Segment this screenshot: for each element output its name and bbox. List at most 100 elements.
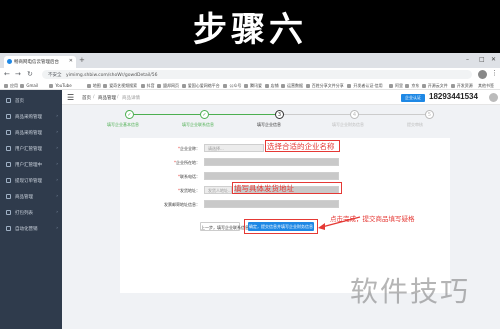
sidebar-item-label: 用户汇管理中 <box>15 163 42 168</box>
avatar[interactable] <box>489 93 498 102</box>
bookmark-item[interactable]: 抖音 <box>140 83 155 89</box>
certification-button[interactable]: 企业认证 <box>401 94 425 102</box>
bookmark-label: 抖音 <box>146 83 155 88</box>
sidebar-item[interactable]: 用户汇管理中 › <box>0 158 62 172</box>
profile-icon[interactable] <box>478 70 487 79</box>
sidebar-item[interactable]: 提现订单管理 › <box>0 174 62 188</box>
breadcrumb-separator: / <box>93 95 95 100</box>
sidebar-item[interactable]: 商品采购管理 › <box>0 110 62 124</box>
breadcrumb-home[interactable]: 首页 <box>82 95 91 101</box>
bookmark-label: Gmail <box>26 83 39 88</box>
sidebar-item-label: 用户汇管管理 <box>15 147 42 152</box>
form-label: 发票邮寄地址信息： <box>164 202 200 207</box>
annotation-text: 选择合适的企业名称 <box>267 142 335 151</box>
company-name-select[interactable]: 请选择... <box>204 144 264 152</box>
step-label: 提交审核 <box>407 122 423 127</box>
menu-item-icon <box>6 162 11 167</box>
chevron-right-icon: › <box>56 194 58 199</box>
url-input[interactable]: 不安全 yimimg.shbiw.com/shoWr/gowdDetail/56 <box>42 70 472 79</box>
company-location-field[interactable] <box>204 158 339 166</box>
bookmark-item[interactable]: 百姓分享文件分享 <box>305 83 344 89</box>
step-connector <box>359 114 425 115</box>
chevron-right-icon: › <box>56 226 58 231</box>
form-label: *发货地址： <box>178 188 200 193</box>
shipping-address-field[interactable]: 发货人地址... <box>204 186 232 194</box>
minimize-icon[interactable]: – <box>466 56 469 63</box>
bookmark-item[interactable]: 开源云文件 <box>421 83 448 89</box>
progress-steps: ✓ 填写企业基本信息 ✓ 填写企业联系信息 3 填写企业信息 4 填写企业财务信息 5 提交审核 <box>107 109 445 129</box>
menu-item-icon <box>6 194 11 199</box>
sidebar-item[interactable]: 商品管理 › <box>0 190 62 204</box>
tab-bar: 畅商网电信云管理后台 ✕ + – □ ✕ <box>0 53 500 68</box>
bookmark-item[interactable]: Gmail <box>20 83 38 88</box>
watermark: 软件技巧 <box>350 275 471 308</box>
menu-toggle-icon[interactable]: ☰ <box>67 93 74 102</box>
invoice-address-field[interactable] <box>204 200 339 208</box>
bookmark-icon <box>305 84 310 88</box>
bookmark-label: 阿里 <box>395 83 403 88</box>
sidebar-item-label: 商品管理 <box>15 195 33 200</box>
prev-step-button[interactable]: 上一步，填写企业联系信息 <box>200 222 249 231</box>
top-bar: ☰ 首页 / 商品管理 / 商品详情 企业认证 18293441534 <box>62 90 500 105</box>
chevron-right-icon: › <box>56 146 58 151</box>
more-menu-icon[interactable]: ⋮ <box>491 69 498 77</box>
bookmark-other[interactable]: 其他书签 <box>478 83 494 89</box>
sidebar-item-label: 首页 <box>15 99 24 104</box>
bookmark-label: 京东 <box>411 83 420 88</box>
bookmark-icon <box>157 84 161 88</box>
bookmark-item[interactable]: 腾讯爱 <box>244 83 262 89</box>
step-label: 填写企业信息 <box>257 122 281 127</box>
banner-title: 步骤六 <box>193 10 307 50</box>
form-label: *企业全称： <box>178 146 200 151</box>
maximize-icon[interactable]: □ <box>479 56 485 63</box>
bookmark-item[interactable]: 京东 <box>405 83 419 89</box>
sidebar-item-label: 商品采购管理 <box>15 131 42 136</box>
bookmark-item[interactable]: 公众号 <box>223 83 241 89</box>
step-connector <box>284 114 350 115</box>
step-marker: ✓ <box>200 110 209 119</box>
sidebar-item[interactable]: 自动化营销 › <box>0 222 62 236</box>
new-tab-icon[interactable]: + <box>79 56 85 64</box>
sidebar-item-label: 商品采购管理 <box>15 115 42 120</box>
step-marker: 3 <box>275 110 284 119</box>
browser-tab[interactable]: 畅商网电信云管理后台 ✕ <box>4 56 76 68</box>
sidebar-item[interactable]: 打包列表 › <box>0 206 62 220</box>
sidebar-item-label: 提现订单管理 <box>15 179 42 184</box>
back-icon[interactable]: ← <box>4 70 10 78</box>
menu-item-icon <box>6 114 11 119</box>
bookmark-label: 百姓分享文件分享 <box>311 83 344 88</box>
sidebar-item[interactable]: 用户汇管管理 › <box>0 142 62 156</box>
bookmark-item[interactable]: 爱国心爱网络平台 <box>181 83 220 89</box>
sidebar-item[interactable]: 商品采购管理 › <box>0 126 62 140</box>
reload-icon[interactable]: ↻ <box>27 70 33 78</box>
bookmark-item[interactable]: 阿里 <box>389 83 403 89</box>
bookmark-item[interactable]: 开发者认证·信用 <box>347 83 383 89</box>
close-tab-icon[interactable]: ✕ <box>69 58 73 64</box>
forward-icon[interactable]: → <box>15 70 21 78</box>
bookmark-item[interactable]: YouTube <box>49 83 72 88</box>
bookmark-icon <box>4 84 8 88</box>
contact-phone-field[interactable] <box>204 172 339 180</box>
bookmark-item[interactable]: 盟邦网页 <box>157 83 179 89</box>
menu-item-icon <box>6 178 11 183</box>
step-connector <box>209 114 275 115</box>
favicon-icon <box>7 59 12 64</box>
chevron-right-icon: › <box>56 114 58 119</box>
bookmark-item[interactable]: 应用 <box>4 83 18 89</box>
title-banner: 步骤六 <box>0 0 500 53</box>
bookmark-item[interactable]: 店铺 <box>264 83 279 89</box>
breadcrumb-goods[interactable]: 商品管理 <box>98 95 116 101</box>
bookmark-icon <box>347 84 352 88</box>
sidebar-item[interactable]: 首页 <box>0 94 62 108</box>
bookmark-label: 店铺 <box>270 83 279 88</box>
bookmark-label: 盟邦网页 <box>163 83 179 88</box>
bookmark-item[interactable]: 地图 <box>86 83 101 89</box>
step-label: 填写企业联系信息 <box>182 122 214 127</box>
completion-hint: 点击完成，提交商品填写疑格 <box>330 215 415 223</box>
bookmark-item[interactable]: 运营数据 <box>281 83 303 89</box>
bookmark-item[interactable]: 开发资源 <box>450 83 473 89</box>
bookmark-label: 开发资源 <box>456 83 473 88</box>
bookmark-item[interactable]: 爱奇艺视频搜索 <box>103 83 137 89</box>
bookmark-label: 开发者认证·信用 <box>353 83 383 88</box>
close-window-icon[interactable]: ✕ <box>491 56 496 63</box>
